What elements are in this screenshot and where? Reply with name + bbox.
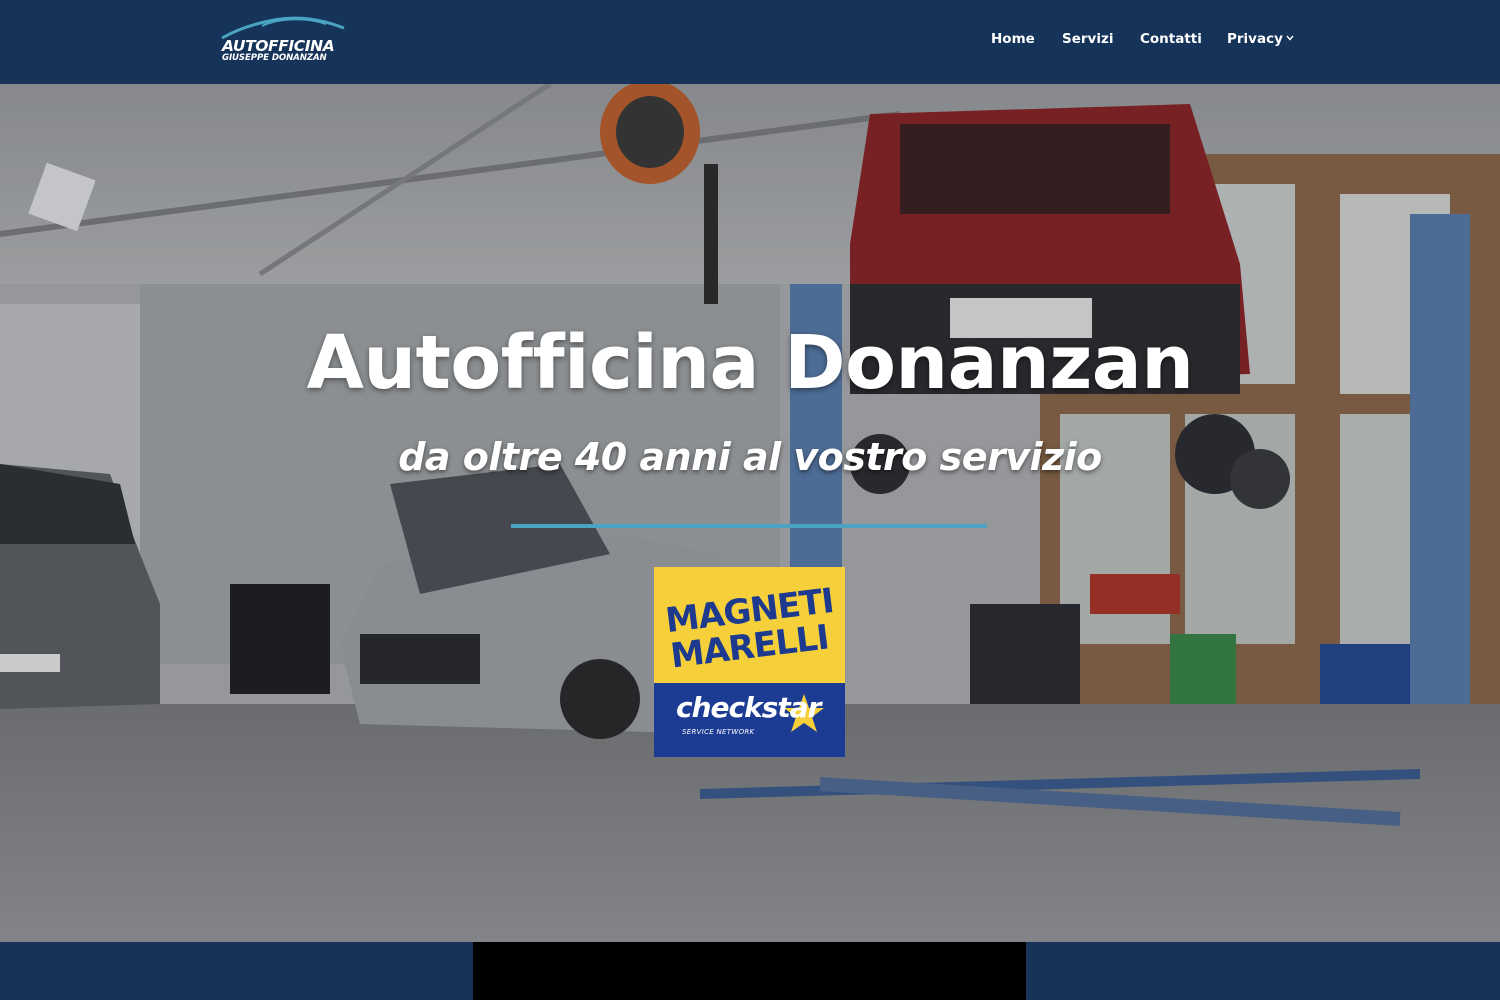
- hero-overlay: [0, 84, 1500, 942]
- nav-servizi[interactable]: Servizi: [1062, 31, 1113, 47]
- main-nav: Home Servizi Contatti Privacy: [0, 0, 1500, 84]
- hero-title: Autofficina Donanzan: [306, 320, 1194, 406]
- hero-subtitle: da oltre 40 anni al vostro servizio: [398, 435, 1102, 479]
- nav-privacy-label: Privacy: [1227, 31, 1283, 47]
- badge-top-panel: MAGNETI MARELLI: [654, 567, 845, 683]
- video-embed[interactable]: [473, 942, 1026, 1000]
- hero-section: Autofficina Donanzan da oltre 40 anni al…: [0, 84, 1500, 942]
- nav-home[interactable]: Home: [991, 31, 1035, 47]
- magneti-marelli-checkstar-badge[interactable]: MAGNETI MARELLI checkstar SERVICE NETWOR…: [654, 567, 845, 757]
- hero-divider: [511, 524, 987, 528]
- chevron-down-icon: [1286, 35, 1294, 41]
- badge-tagline: SERVICE NETWORK: [682, 728, 755, 736]
- nav-contatti[interactable]: Contatti: [1140, 31, 1202, 47]
- badge-checkstar-text: checkstar: [676, 691, 821, 724]
- navbar: AUTOFFICINA GIUSEPPE DONANZAN Home Servi…: [0, 0, 1500, 84]
- nav-privacy[interactable]: Privacy: [1227, 31, 1294, 47]
